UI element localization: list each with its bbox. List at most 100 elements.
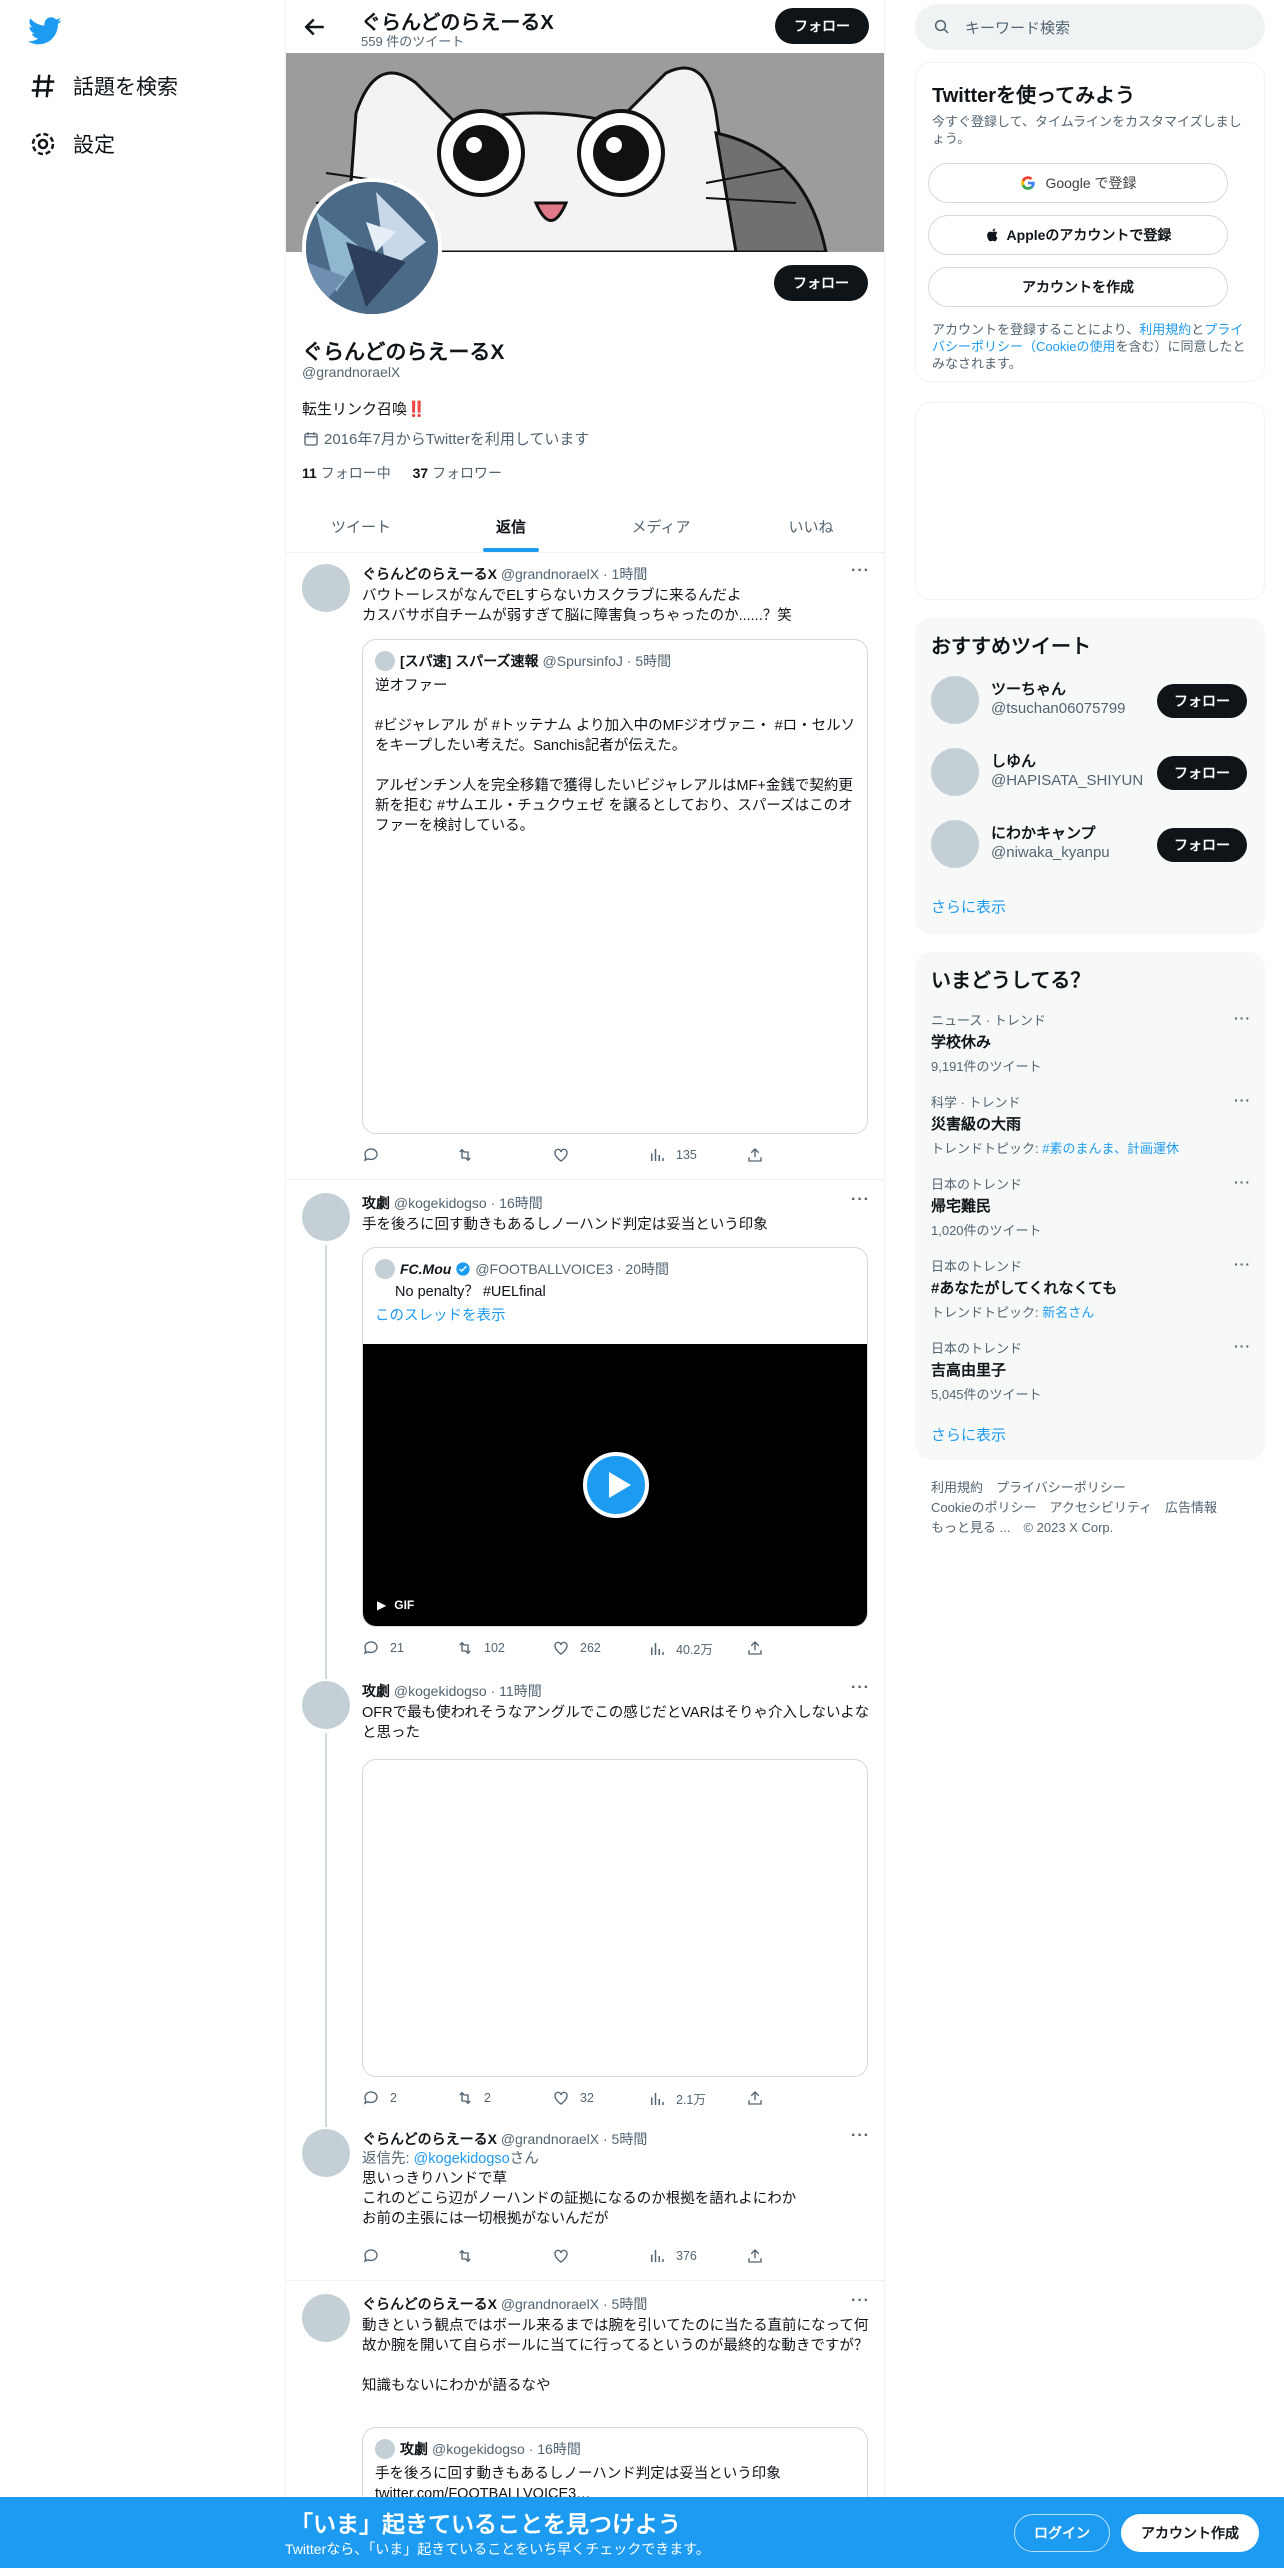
reco-show-more[interactable]: さらに表示 (931, 896, 1006, 917)
trend-topic-link[interactable]: #素のまんま、計画運休 (1042, 1141, 1179, 1156)
quote-tweet[interactable]: FC.Mou @FOOTBALLVOICE3 · 20時間 No penalty？… (362, 1247, 868, 1627)
reply-to-handle[interactable]: @kogekidogso (414, 2151, 510, 2167)
tweet[interactable]: 攻劇 @kogekidogso · 11時間 ··· OFRで最も使われそうなア… (286, 1669, 884, 2117)
more-icon[interactable]: ··· (851, 2292, 870, 2310)
quote-tweet[interactable]: [スパ速] スパーズ速報 @SpursinfoJ · 5時間 逆オファー #ビジャ… (362, 639, 868, 1134)
more-icon[interactable]: ··· (851, 1191, 870, 1209)
reply-button[interactable] (362, 1146, 390, 1164)
like-button[interactable] (552, 2247, 580, 2265)
views-button[interactable]: 40.2万 (648, 1639, 713, 1658)
reply-button[interactable] (362, 2247, 390, 2265)
header-follow-button[interactable]: フォロー (775, 8, 869, 44)
search-placeholder: キーワード検索 (965, 19, 1071, 37)
share-button[interactable] (746, 2089, 774, 2107)
reco-follow-button[interactable]: フォロー (1157, 684, 1247, 718)
heart-icon (552, 2247, 580, 2265)
retweet-button[interactable] (456, 1146, 484, 1164)
share-button[interactable] (746, 2247, 774, 2265)
avatar[interactable] (302, 2129, 350, 2177)
like-button[interactable]: 32 (552, 2089, 594, 2107)
nav-settings[interactable]: 設定 (28, 124, 115, 164)
trend-topic-link[interactable]: 新名さん (1042, 1305, 1094, 1320)
reco-user[interactable]: にわかキャンプ @niwaka_kyanpu フォロー (931, 814, 1251, 874)
back-arrow-icon[interactable] (300, 12, 330, 42)
share-button[interactable] (746, 1146, 774, 1164)
avatar[interactable] (302, 564, 350, 612)
tab-tweets[interactable]: ツイート (286, 500, 436, 552)
tab-replies[interactable]: 返信 (436, 500, 586, 552)
tweet[interactable]: ぐらんどのらえーるX @grandnoraelX · 5時間 ··· 返信先: … (286, 2117, 884, 2281)
reply-button[interactable]: 2 (362, 2089, 397, 2107)
share-button[interactable] (746, 1639, 774, 1657)
tweet[interactable]: ぐらんどのらえーるX @grandnoraelX · 1時間 ··· バウトーレ… (286, 554, 884, 1180)
google-signup-label: Google で登録 (1045, 175, 1137, 191)
footer-line[interactable]: 利用規約 プライバシーポリシー (931, 1478, 1217, 1498)
avatar[interactable] (302, 1681, 350, 1729)
reco-user[interactable]: ツーちゃん @tsuchan06075799 フォロー (931, 670, 1251, 730)
profile-follow-button[interactable]: フォロー (774, 265, 868, 301)
signup-button[interactable]: アカウント作成 (1121, 2514, 1259, 2552)
create-account-button[interactable]: アカウントを作成 (928, 267, 1228, 307)
avatar[interactable] (302, 2294, 350, 2342)
more-icon[interactable]: ··· (1234, 1010, 1251, 1026)
twitter-logo-icon[interactable] (28, 14, 62, 48)
reply-button[interactable]: 21 (362, 1639, 404, 1657)
footer-line[interactable]: Cookieのポリシー アクセシビリティ 広告情報 (931, 1498, 1217, 1518)
trend-item[interactable]: 日本のトレンド 吉高由里子 5,045件のツイート ··· (931, 1338, 1251, 1403)
following-link[interactable]: 11 フォロー中 (302, 465, 391, 481)
trend-item[interactable]: ニュース · トレンド 学校休み 9,191件のツイート ··· (931, 1010, 1251, 1075)
views-button[interactable]: 376 (648, 2247, 697, 2265)
more-icon[interactable]: ··· (1234, 1256, 1251, 1272)
tab-media[interactable]: メディア (586, 500, 736, 552)
nav-explore[interactable]: 話題を検索 (28, 66, 178, 106)
more-icon[interactable]: ··· (851, 2127, 870, 2145)
retweet-button[interactable]: 102 (456, 1639, 505, 1657)
terms-link[interactable]: 利用規約 (1139, 322, 1191, 337)
avatar[interactable] (931, 748, 979, 796)
views-button[interactable]: 135 (648, 1146, 697, 1164)
trends-show-more[interactable]: さらに表示 (931, 1424, 1006, 1445)
avatar[interactable] (931, 820, 979, 868)
trend-item[interactable]: 科学 · トレンド 災害級の大雨 トレンドトピック: #素のまんま、計画運休 ·… (931, 1092, 1251, 1157)
more-icon[interactable]: ··· (1234, 1174, 1251, 1190)
recommended-panel: おすすめツイート ツーちゃん @tsuchan06075799 フォロー しゆん… (915, 618, 1265, 934)
avatar[interactable] (931, 676, 979, 724)
followers-link[interactable]: 37 フォロワー (413, 465, 502, 481)
avatar[interactable] (302, 1193, 350, 1241)
more-icon[interactable]: ··· (851, 562, 870, 580)
footer-links[interactable]: 利用規約 プライバシーポリシー Cookieのポリシー アクセシビリティ 広告情… (931, 1478, 1217, 1538)
login-button[interactable]: ログイン (1014, 2514, 1110, 2552)
reco-user[interactable]: しゆん @HAPISATA_SHIYUN フォロー (931, 742, 1251, 802)
quote-meta: @FOOTBALLVOICE3 · 20時間 (475, 1261, 669, 1277)
trend-item[interactable]: 日本のトレンド #あなたがしてくれなくても トレンドトピック: 新名さん ··· (931, 1256, 1251, 1321)
tweet[interactable]: 攻劇 @kogekidogso · 16時間 ··· 手を後ろに回す動きもあるし… (286, 1181, 884, 1669)
retweet-button[interactable] (456, 2247, 484, 2265)
search-input[interactable]: キーワード検索 (915, 4, 1265, 50)
views-button[interactable]: 2.1万 (648, 2089, 706, 2108)
like-button[interactable] (552, 1146, 580, 1164)
show-thread-link[interactable]: このスレッドを表示 (375, 1306, 859, 1326)
more-icon[interactable]: ··· (1234, 1338, 1251, 1354)
profile-avatar[interactable] (302, 178, 442, 318)
tweet-author[interactable]: ぐらんどのらえーるX (362, 2131, 497, 2147)
reco-follow-button[interactable]: フォロー (1157, 756, 1247, 790)
tweet-author[interactable]: ぐらんどのらえーるX (362, 2296, 497, 2312)
tweet-author[interactable]: 攻劇 (362, 1683, 390, 1699)
reco-follow-button[interactable]: フォロー (1157, 828, 1247, 862)
footer-line[interactable]: もっと見る ... © 2023 X Corp. (931, 1518, 1217, 1538)
trend-item[interactable]: 日本のトレンド 帰宅難民 1,020件のツイート ··· (931, 1174, 1251, 1239)
gif-player[interactable]: ▶ GIF (363, 1344, 867, 1626)
retweet-button[interactable]: 2 (456, 2089, 491, 2107)
like-button[interactable]: 262 (552, 1639, 601, 1657)
apple-signup-button[interactable]: Appleのアカウントで登録 (928, 215, 1228, 255)
tweet-author[interactable]: 攻劇 (362, 1195, 390, 1211)
tab-likes[interactable]: いいね (736, 500, 884, 552)
trend-category: ニュース · トレンド (931, 1013, 1046, 1028)
more-icon[interactable]: ··· (851, 1679, 870, 1697)
tweet-author[interactable]: ぐらんどのらえーるX (362, 566, 497, 582)
play-icon[interactable] (583, 1452, 649, 1518)
embedded-card[interactable] (362, 1759, 868, 2077)
google-signup-button[interactable]: Google で登録 (928, 163, 1228, 203)
trend-topic-prefix: トレンドトピック: (931, 1141, 1043, 1156)
more-icon[interactable]: ··· (1234, 1092, 1251, 1108)
